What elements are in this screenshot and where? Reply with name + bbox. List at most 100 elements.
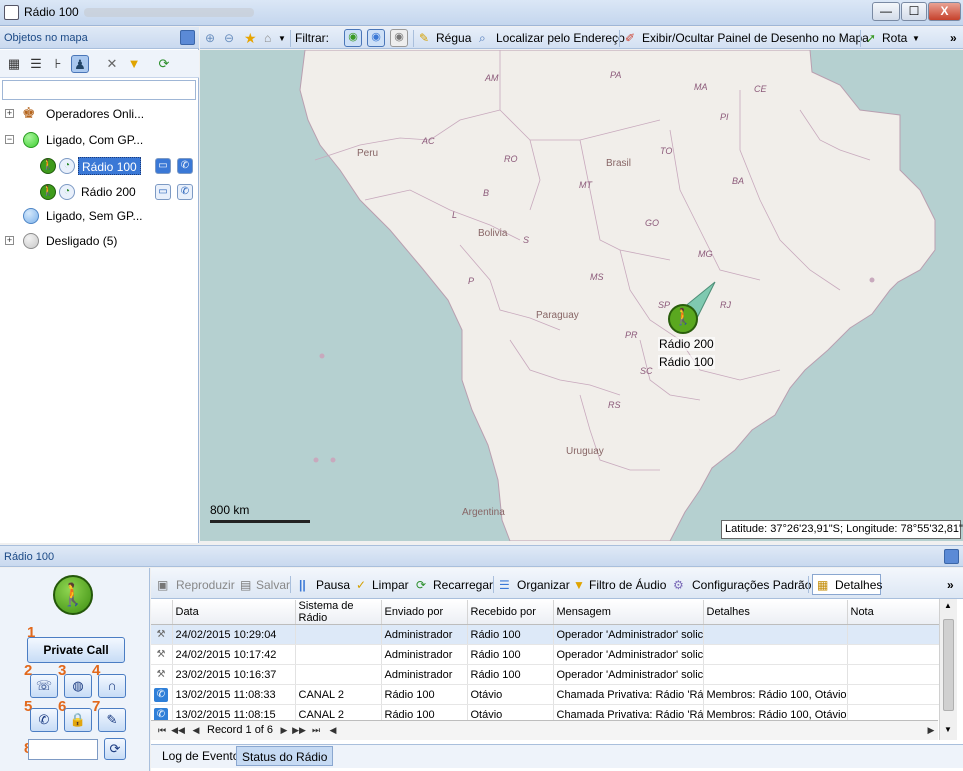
column-header[interactable]: Nota <box>847 600 939 625</box>
message-icon[interactable]: ▭ <box>155 184 171 200</box>
filter-blue-button[interactable]: ◉ <box>367 29 385 47</box>
drawing-panel-button[interactable]: Exibir/Ocultar Painel de Desenho no Mapa <box>642 30 869 47</box>
close-button[interactable]: X <box>928 2 961 21</box>
tree-search-input[interactable] <box>2 80 196 100</box>
minimize-button[interactable]: — <box>872 2 900 21</box>
map-view[interactable]: Peru Brasil Bolivia Paraguay Uruguay Arg… <box>200 50 963 541</box>
group-view-icon[interactable]: ▦ <box>5 55 23 73</box>
table-cell: 13/02/2015 11:08:15 <box>172 704 296 720</box>
radio-marker-walker-icon[interactable]: 🚶 <box>668 304 698 334</box>
zoom-in-icon[interactable]: ⊕ <box>205 30 215 47</box>
toolbar-overflow-button[interactable]: » <box>950 30 957 47</box>
audio-filter-button[interactable]: Filtro de Áudio <box>589 577 666 593</box>
tree-node-ligado-com-gps[interactable]: − Ligado, Com GP... <box>5 129 195 151</box>
filter-icon[interactable]: ▼ <box>125 55 143 73</box>
send-refresh-button[interactable]: ⟳ <box>104 738 126 760</box>
log-vertical-scrollbar[interactable]: ▲ ▼ <box>939 599 957 740</box>
prev-page-fast-icon[interactable]: ◀◀ <box>171 723 185 738</box>
list-view-icon[interactable]: ☰ <box>27 55 45 73</box>
maximize-button[interactable]: ☐ <box>901 2 927 21</box>
chevron-down-icon[interactable]: ▼ <box>278 30 286 47</box>
map-label-state: S <box>523 235 530 245</box>
table-row[interactable]: ✆ 13/02/2015 11:08:15 CANAL 2 Rádio 100 Otáv… <box>151 704 939 720</box>
map-label-state: MS <box>590 272 604 282</box>
scroll-right-icon[interactable]: ▶ <box>924 723 938 738</box>
table-row[interactable]: ⚒ 24/02/2015 10:17:42 Administrador Rádio 1… <box>151 644 939 665</box>
tab-status-do-radio[interactable]: Status do Rádio <box>236 746 334 766</box>
filter-label: Filtrar: <box>295 31 329 45</box>
tools-icon[interactable]: ✕ <box>103 55 121 73</box>
table-cell <box>847 704 939 720</box>
table-pager: ⏮ ◀◀ ◀ Record 1 of 6 ▶ ▶▶ ⏭ ◀ ▶ <box>151 720 938 740</box>
table-row[interactable]: ✆ 13/02/2015 11:08:33 CANAL 2 Rádio 100 Otáv… <box>151 684 939 705</box>
scroll-left-icon[interactable]: ◀ <box>326 723 340 738</box>
filter-gray-button[interactable]: ◉ <box>390 29 408 47</box>
locate-address-button[interactable]: Localizar pelo Endereço <box>496 30 625 47</box>
call-icon[interactable]: ✆ <box>177 158 193 174</box>
command-input[interactable] <box>28 739 98 760</box>
emergency-call-button[interactable]: ☏ <box>30 674 58 698</box>
private-call-button[interactable]: Private Call <box>27 637 125 663</box>
favorite-star-icon[interactable]: ★ <box>244 30 257 47</box>
separator <box>290 30 291 47</box>
play-button[interactable]: Reproduzir <box>176 577 235 593</box>
route-chevron-icon[interactable]: ▼ <box>912 30 920 47</box>
route-button[interactable]: Rota <box>882 30 907 47</box>
column-header-icon <box>151 600 173 625</box>
globe-button[interactable]: ◍ <box>64 674 92 698</box>
home-icon[interactable]: ⌂ <box>264 30 271 47</box>
collapse-icon[interactable]: − <box>5 135 14 144</box>
next-page-fast-icon[interactable]: ▶▶ <box>292 723 306 738</box>
map-label-state: BA <box>732 176 745 186</box>
clear-button[interactable]: Limpar <box>372 577 409 593</box>
panel-pin-button[interactable] <box>180 30 195 45</box>
filter-green-button[interactable]: ◉ <box>344 29 362 47</box>
scroll-up-icon[interactable]: ▲ <box>944 601 952 610</box>
column-header[interactable]: Sistema de Rádio <box>295 600 382 625</box>
column-header[interactable]: Enviado por <box>381 600 468 625</box>
expand-icon[interactable]: + <box>5 109 14 118</box>
expand-icon[interactable]: + <box>5 236 14 245</box>
column-header[interactable]: Recebido por <box>467 600 554 625</box>
last-page-icon[interactable]: ⏭ <box>309 723 323 738</box>
column-header[interactable]: Detalhes <box>703 600 848 625</box>
tree-node-radio-100[interactable]: 🚶 ◔ Rádio 100 ▭ ✆ <box>5 155 197 177</box>
zoom-out-icon[interactable]: ⊖ <box>224 30 234 47</box>
column-header[interactable]: Data <box>172 600 296 625</box>
save-button[interactable]: Salvar <box>256 577 290 593</box>
prev-page-icon[interactable]: ◀ <box>189 723 203 738</box>
column-header[interactable]: Mensagem <box>553 600 704 625</box>
scroll-down-icon[interactable]: ▼ <box>944 725 952 734</box>
lock-button[interactable]: 🔒 <box>64 708 92 732</box>
scroll-thumb[interactable] <box>943 619 954 711</box>
map-label-state: GO <box>645 218 660 228</box>
default-settings-button[interactable]: Configurações Padrão <box>692 577 811 593</box>
tree-node-label: Rádio 200 <box>81 185 136 199</box>
next-page-icon[interactable]: ▶ <box>277 723 291 738</box>
refresh-icon[interactable]: ⟳ <box>155 55 173 73</box>
status-blue-icon <box>23 208 39 224</box>
separator <box>860 30 861 47</box>
table-row[interactable]: ⚒ 24/02/2015 10:29:04 Administrador Rádio 1… <box>151 624 939 645</box>
map-label-state: RO <box>504 154 518 164</box>
map-label-state: MA <box>694 82 708 92</box>
pencil-button[interactable]: ✎ <box>98 708 126 732</box>
organize-button[interactable]: Organizar <box>517 577 570 593</box>
panel-pin-button[interactable] <box>944 549 959 564</box>
phone-call-button[interactable]: ✆ <box>30 708 58 732</box>
tree-node-radio-200[interactable]: 🚶 ◔ Rádio 200 ▭ ✆ <box>5 181 197 203</box>
reload-button[interactable]: Recarregar <box>433 577 493 593</box>
map-scale: 800 km <box>210 503 310 523</box>
table-row[interactable]: ⚒ 23/02/2015 10:16:37 Administrador Rádio 1… <box>151 664 939 685</box>
tree-view-icon[interactable]: ⊦ <box>49 55 67 73</box>
users-view-icon[interactable]: ♟ <box>71 55 89 73</box>
call-icon[interactable]: ✆ <box>177 184 193 200</box>
toolbar-overflow-button[interactable]: » <box>947 577 954 593</box>
ruler-button[interactable]: Régua <box>436 30 471 47</box>
map-label-uruguay: Uruguay <box>566 446 604 457</box>
details-button[interactable]: Detalhes <box>835 577 882 593</box>
headset-button[interactable]: ∩ <box>98 674 126 698</box>
message-icon[interactable]: ▭ <box>155 158 171 174</box>
pause-button[interactable]: Pausa <box>316 577 350 593</box>
first-page-icon[interactable]: ⏮ <box>155 723 169 738</box>
